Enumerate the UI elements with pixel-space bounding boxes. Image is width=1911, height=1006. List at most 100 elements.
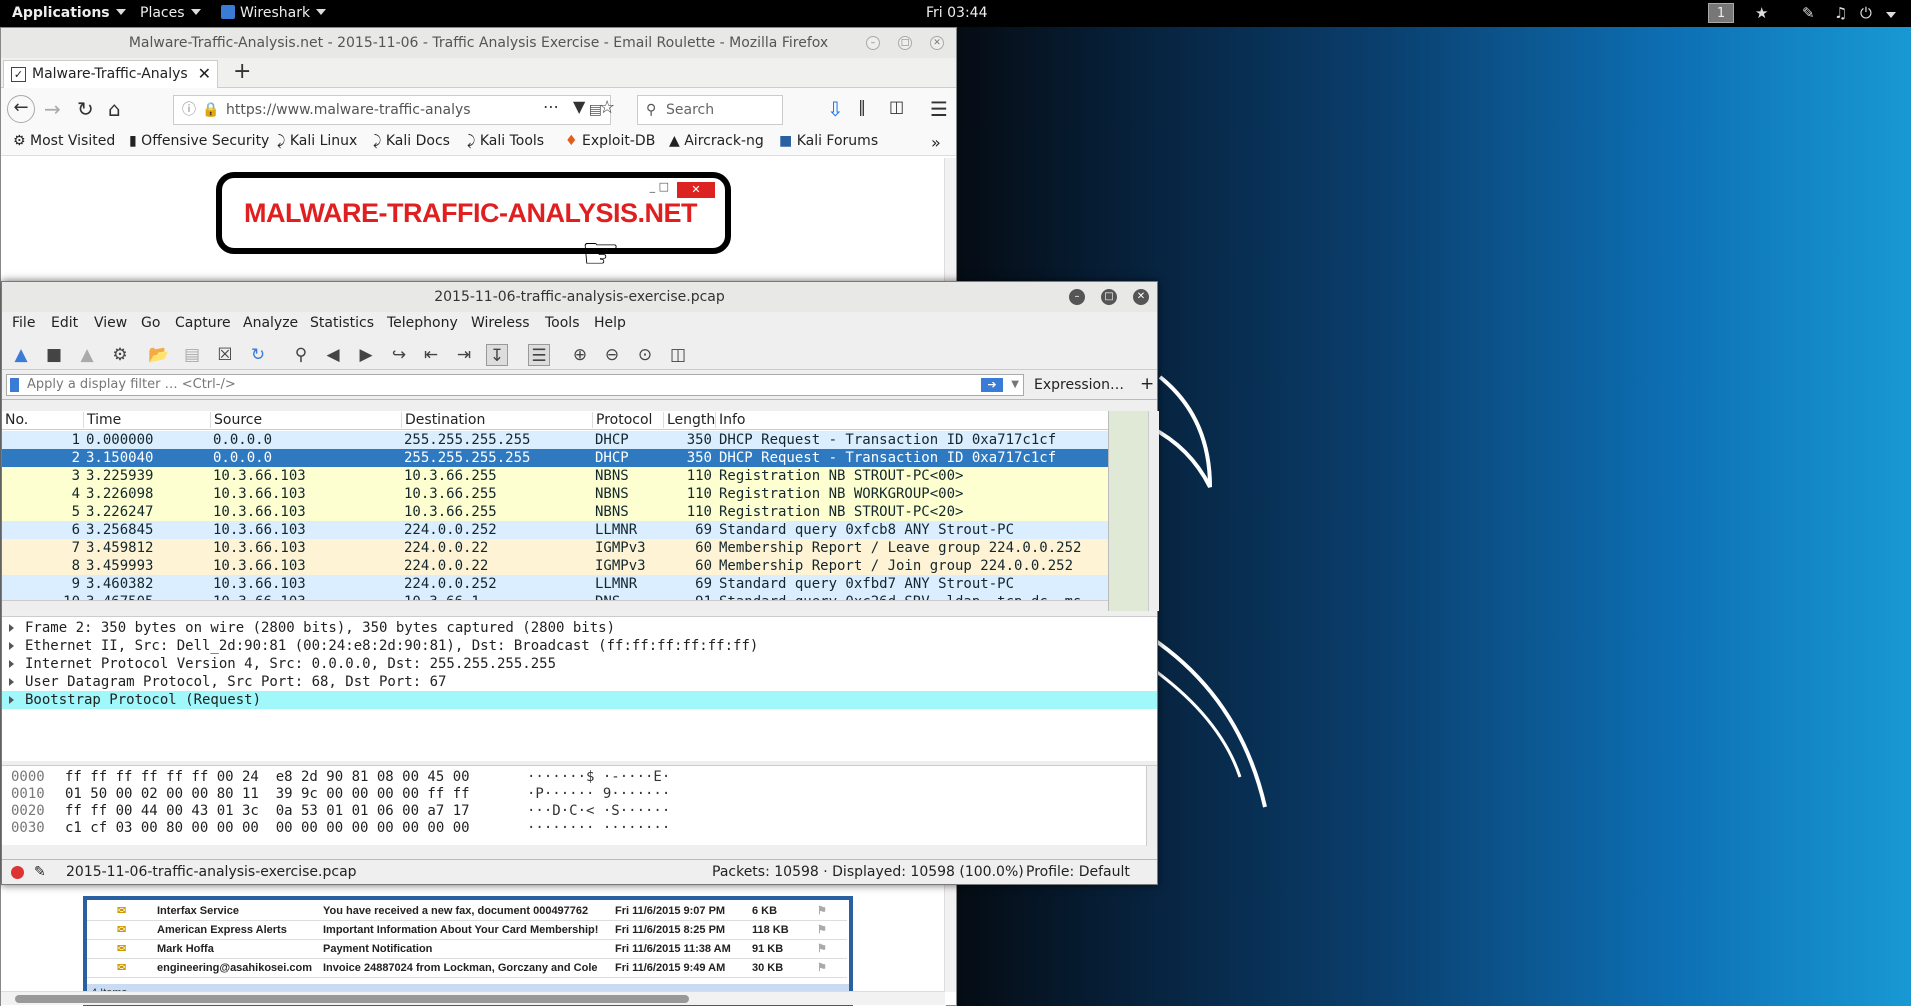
workspace-indicator[interactable]: 1 xyxy=(1708,3,1734,23)
capture-options-icon[interactable]: ⚙ xyxy=(109,344,131,366)
minimize-icon[interactable]: – xyxy=(1069,289,1085,305)
packet-row[interactable]: 2 3.150040 0.0.0.0 255.255.255.255 DHCP 350 DH… xyxy=(2,449,1108,467)
packet-row[interactable]: 9 3.460382 10.3.66.103 224.0.0.252 LLMNR 69 St… xyxy=(2,575,1108,593)
bookmark-kali-linux[interactable]: ⤸ Kali Linux xyxy=(277,133,357,149)
maximize-icon[interactable]: □ xyxy=(898,36,912,50)
save-file-icon[interactable]: ▤ xyxy=(181,344,203,366)
applications-menu[interactable]: Applications xyxy=(12,5,126,21)
expand-arrow-icon[interactable] xyxy=(9,660,14,668)
forward-icon[interactable]: → xyxy=(44,97,61,121)
display-filter-input[interactable]: Apply a display filter … <Ctrl-/> ➔ ▼ xyxy=(6,374,1024,396)
column-source[interactable]: Source xyxy=(210,412,262,428)
first-packet-icon[interactable]: ⇤ xyxy=(420,344,442,366)
packet-row[interactable]: 8 3.459993 10.3.66.103 224.0.0.22 IGMPv3 60 Me… xyxy=(2,557,1108,575)
bookmark-star-icon[interactable]: ☆ xyxy=(599,97,615,118)
chevron-down-icon[interactable] xyxy=(1886,12,1896,18)
tree-item-bootp[interactable]: Bootstrap Protocol (Request) xyxy=(2,691,1157,709)
screen-tool-icon[interactable]: ✎ xyxy=(1802,4,1815,22)
menu-analyze[interactable]: Analyze xyxy=(243,315,298,331)
overflow-chevron-icon[interactable]: » xyxy=(931,133,941,152)
bookmark-kali-tools[interactable]: ⤸ Kali Tools xyxy=(467,133,544,149)
zoom-out-icon[interactable]: ⊖ xyxy=(601,344,623,366)
menu-edit[interactable]: Edit xyxy=(51,315,78,331)
menu-go[interactable]: Go xyxy=(141,315,160,331)
firefox-titlebar[interactable]: Malware-Traffic-Analysis.net - 2015-11-0… xyxy=(1,28,956,58)
info-icon[interactable]: ⓘ xyxy=(182,96,196,124)
expand-arrow-icon[interactable] xyxy=(9,696,14,704)
go-to-packet-icon[interactable]: ↪ xyxy=(388,344,410,366)
column-time[interactable]: Time xyxy=(83,412,121,428)
bookmark-exploit-db[interactable]: ♦ Exploit-DB xyxy=(565,133,655,149)
scrollbar-thumb[interactable] xyxy=(15,995,689,1003)
volume-icon[interactable]: ♫ xyxy=(1834,4,1847,22)
stop-capture-icon[interactable]: ■ xyxy=(43,344,65,366)
places-menu[interactable]: Places xyxy=(140,5,201,21)
reload-icon[interactable]: ↻ xyxy=(77,97,94,121)
close-icon[interactable]: ✕ xyxy=(1133,289,1149,305)
menu-view[interactable]: View xyxy=(94,315,127,331)
bookmark-kali-forums[interactable]: ■ Kali Forums xyxy=(779,133,878,149)
packet-minimap[interactable] xyxy=(1108,411,1148,611)
tab-malware-traffic-analysis[interactable]: ✓ Malware-Traffic-Analys ✕ xyxy=(3,60,218,88)
new-tab-icon[interactable]: + xyxy=(233,59,251,84)
column-info[interactable]: Info xyxy=(715,412,746,428)
clock[interactable]: Fri 03:44 xyxy=(926,5,987,21)
chevron-down-icon[interactable]: ▼ xyxy=(1011,375,1019,395)
restart-capture-icon[interactable]: ▲ xyxy=(76,344,98,366)
packet-row[interactable]: 3 3.225939 10.3.66.103 10.3.66.255 NBNS 110 Re… xyxy=(2,467,1108,485)
wireshark-titlebar[interactable]: 2015-11-06-traffic-analysis-exercise.pca… xyxy=(2,282,1157,312)
status-profile[interactable]: Profile: Default xyxy=(1026,860,1130,884)
site-logo[interactable]: _ □ ✕ MALWARE-TRAFFIC-ANALYSIS.NET xyxy=(216,172,731,254)
column-protocol[interactable]: Protocol xyxy=(592,412,652,428)
hex-scrollbar[interactable] xyxy=(1146,766,1157,846)
zoom-normal-icon[interactable]: ⊙ xyxy=(634,344,656,366)
tree-item-udp[interactable]: User Datagram Protocol, Src Port: 68, Ds… xyxy=(2,673,1157,691)
close-icon[interactable]: ✕ xyxy=(198,61,211,87)
packet-row[interactable]: 1 0.000000 0.0.0.0 255.255.255.255 DHCP 350 DH… xyxy=(2,431,1108,449)
menu-wireless[interactable]: Wireless xyxy=(471,315,530,331)
menu-statistics[interactable]: Statistics xyxy=(310,315,374,331)
filter-bookmark-icon[interactable] xyxy=(10,378,19,392)
expand-arrow-icon[interactable] xyxy=(9,624,14,632)
menu-help[interactable]: Help xyxy=(594,315,626,331)
edit-comment-icon[interactable]: ✎ xyxy=(34,860,46,884)
power-icon[interactable]: ⏻ xyxy=(1860,4,1872,22)
bookmark-most-visited[interactable]: ⚙ Most Visited xyxy=(13,133,115,149)
last-packet-icon[interactable]: ⇥ xyxy=(453,344,475,366)
page-actions-icon[interactable]: ⋯ xyxy=(543,97,559,116)
find-packet-icon[interactable]: ⚲ xyxy=(290,344,312,366)
library-icon[interactable]: ‖ xyxy=(858,97,866,116)
close-file-icon[interactable]: ☒ xyxy=(214,344,236,366)
packet-list-vertical-scrollbar[interactable] xyxy=(1148,411,1159,611)
packet-row[interactable]: 6 3.256845 10.3.66.103 224.0.0.252 LLMNR 69 St… xyxy=(2,521,1108,539)
expand-arrow-icon[interactable] xyxy=(9,678,14,686)
packet-row[interactable]: 7 3.459812 10.3.66.103 224.0.0.22 IGMPv3 60 Me… xyxy=(2,539,1108,557)
search-input[interactable]: ⚲ Search xyxy=(637,95,783,125)
packet-list-horizontal-scrollbar[interactable] xyxy=(2,600,1108,611)
go-back-icon[interactable]: ◀ xyxy=(322,344,344,366)
tree-item-ipv4[interactable]: Internet Protocol Version 4, Src: 0.0.0.… xyxy=(2,655,1157,673)
network-icon[interactable]: ★ xyxy=(1755,4,1768,22)
expression-button[interactable]: Expression… xyxy=(1034,377,1124,393)
menu-telephony[interactable]: Telephony xyxy=(387,315,458,331)
bookmark-offensive-security[interactable]: ▮ Offensive Security xyxy=(129,133,269,149)
column-no[interactable]: No. xyxy=(2,412,28,428)
zoom-in-icon[interactable]: ⊕ xyxy=(569,344,591,366)
start-capture-icon[interactable]: ▲ xyxy=(10,344,32,366)
expert-info-icon[interactable] xyxy=(11,866,24,879)
pocket-icon[interactable]: ▼ xyxy=(573,97,585,116)
column-length[interactable]: Length xyxy=(663,412,715,428)
apply-filter-icon[interactable]: ➔ xyxy=(981,378,1003,392)
go-forward-icon[interactable]: ▶ xyxy=(355,344,377,366)
add-filter-button[interactable]: + xyxy=(1140,374,1154,394)
resize-columns-icon[interactable]: ◫ xyxy=(667,344,689,366)
maximize-icon[interactable]: □ xyxy=(1101,289,1117,305)
menu-icon[interactable]: ☰ xyxy=(930,97,948,121)
bookmark-aircrack-ng[interactable]: ▲ Aircrack-ng xyxy=(669,133,764,149)
wireshark-app-menu[interactable]: Wireshark xyxy=(221,5,327,21)
minimize-icon[interactable]: – xyxy=(866,36,880,50)
home-icon[interactable]: ⌂ xyxy=(108,97,121,121)
sidebar-icon[interactable]: ◫ xyxy=(889,97,904,116)
autoscroll-icon[interactable]: ↧ xyxy=(486,344,508,366)
menu-tools[interactable]: Tools xyxy=(545,315,580,331)
